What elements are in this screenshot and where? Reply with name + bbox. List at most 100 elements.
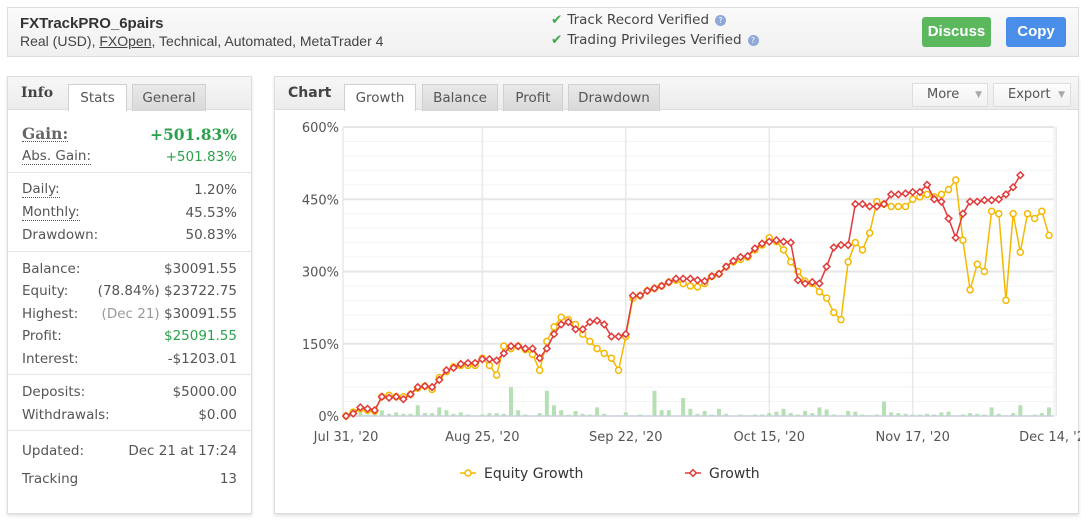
highest-label: Highest: bbox=[22, 305, 79, 322]
account-type: Real (USD), bbox=[20, 33, 100, 49]
profit-bar bbox=[652, 390, 657, 416]
profit-bar bbox=[573, 410, 578, 416]
verification-label: Trading Privileges Verified bbox=[567, 32, 742, 48]
stats-list: Gain: +501.83% Abs. Gain: +501.83% Daily: 1… bbox=[8, 110, 251, 493]
tab-stats[interactable]: Stats bbox=[68, 84, 127, 111]
equity-growth-point bbox=[908, 195, 917, 203]
copy-button[interactable]: Copy bbox=[1006, 17, 1066, 47]
x-tick-label: Sep 22, '20 bbox=[589, 430, 663, 445]
updated-label: Updated: bbox=[22, 443, 85, 459]
equity-growth-point bbox=[693, 283, 702, 291]
profit-bar bbox=[882, 401, 887, 416]
equity-row: Equity: (78.84%) $23722.75 bbox=[22, 280, 237, 303]
profit-bar bbox=[781, 408, 786, 416]
growth-chart[interactable]: 0% 150% 300% 450% 600% Jul 31, '20 Aug 25, '2… bbox=[275, 77, 1080, 513]
profit-bar bbox=[444, 410, 449, 416]
profit-bar bbox=[681, 398, 686, 416]
profit-bar bbox=[666, 410, 671, 416]
equity-growth-point bbox=[987, 207, 996, 216]
account-tags: , Technical, Automated, MetaTrader 4 bbox=[151, 33, 384, 49]
equity-growth-point bbox=[894, 202, 903, 211]
equity-growth-point bbox=[779, 246, 788, 254]
profit-row: Profit: $25091.55 bbox=[22, 325, 237, 348]
x-tick-label: Oct 15, '20 bbox=[733, 430, 805, 445]
equity-growth-point bbox=[787, 258, 795, 266]
check-icon: ✔ bbox=[551, 32, 563, 48]
help-icon[interactable]: ? bbox=[715, 15, 727, 26]
profit-bar bbox=[989, 407, 994, 416]
y-tick-label: 150% bbox=[302, 338, 339, 353]
help-icon[interactable]: ? bbox=[747, 35, 759, 46]
tab-general[interactable]: General bbox=[132, 84, 206, 111]
profit-bar bbox=[437, 407, 442, 416]
daily-label[interactable]: Daily: bbox=[22, 182, 60, 199]
y-tick-label: 0% bbox=[318, 410, 339, 425]
interest-value: -$1203.01 bbox=[167, 350, 237, 367]
monthly-label[interactable]: Monthly: bbox=[22, 204, 80, 221]
equity-growth-point bbox=[901, 202, 910, 211]
equity-growth-point bbox=[937, 190, 946, 199]
equity-growth-point bbox=[959, 236, 967, 244]
drawdown-label: Drawdown: bbox=[22, 227, 99, 244]
profit-bar bbox=[853, 411, 858, 416]
profit-bar bbox=[516, 410, 521, 416]
profit-bar bbox=[1018, 405, 1023, 416]
daily-value: 1.20% bbox=[194, 182, 237, 199]
x-tick-label: Dec 14, '20 bbox=[1019, 430, 1080, 445]
profit-bar bbox=[688, 408, 693, 416]
abs-gain-row: Abs. Gain: +501.83% bbox=[22, 146, 237, 169]
y-tick-label: 600% bbox=[302, 121, 339, 136]
equity-growth-point bbox=[1023, 209, 1032, 218]
trading-privileges-verified: ✔ Trading Privileges Verified? bbox=[551, 32, 759, 48]
equity-growth-point bbox=[1016, 248, 1025, 256]
profit-bar bbox=[415, 405, 420, 416]
track-record-verified: ✔ Track Record Verified? bbox=[551, 12, 727, 28]
deposits-label: Deposits: bbox=[22, 384, 86, 401]
profit-bar bbox=[358, 412, 363, 416]
equity-growth-point bbox=[851, 238, 860, 247]
equity-growth-point bbox=[1038, 207, 1046, 216]
equity-growth-point bbox=[586, 337, 594, 346]
profit-bar bbox=[939, 412, 944, 416]
discuss-button[interactable]: Discuss bbox=[922, 17, 991, 47]
equity-growth-point bbox=[1030, 214, 1039, 223]
equity-growth-point bbox=[1045, 231, 1053, 240]
equity-growth-point bbox=[844, 258, 852, 266]
profit-label: Profit: bbox=[22, 328, 62, 345]
profit-bar bbox=[817, 407, 822, 416]
account-header: FXTrackPRO_6pairs Real (USD), FXOpen, Te… bbox=[7, 7, 1079, 57]
abs-gain-label[interactable]: Abs. Gain: bbox=[22, 148, 92, 165]
gain-label[interactable]: Gain: bbox=[22, 126, 69, 143]
abs-gain-value: +501.83% bbox=[165, 148, 237, 165]
divider bbox=[8, 374, 251, 375]
profit-bar bbox=[946, 411, 951, 416]
profit-bar bbox=[508, 387, 513, 416]
deposits-row: Deposits: $5000.00 bbox=[22, 381, 237, 404]
equity-growth-point bbox=[837, 315, 845, 324]
highest-value: $30091.55 bbox=[163, 305, 237, 322]
profit-bar bbox=[394, 412, 399, 416]
legend-marker bbox=[464, 469, 472, 477]
interest-label: Interest: bbox=[22, 350, 79, 367]
equity-growth-point bbox=[614, 366, 623, 374]
updated-value: Dec 21 at 17:24 bbox=[128, 443, 237, 459]
divider bbox=[8, 250, 251, 252]
tracking-row: Tracking 13 bbox=[22, 465, 237, 493]
broker-link[interactable]: FXOpen bbox=[99, 33, 151, 49]
divider bbox=[8, 430, 251, 431]
profit-bar bbox=[1047, 407, 1051, 416]
info-panel-header: Info Stats General bbox=[8, 77, 251, 111]
equity-growth-point bbox=[830, 308, 838, 317]
profit-bar bbox=[846, 410, 851, 416]
withdrawals-row: Withdrawals: $0.00 bbox=[22, 404, 237, 427]
check-icon: ✔ bbox=[551, 12, 563, 28]
equity-growth-point bbox=[858, 246, 867, 254]
x-axis: Jul 31, '20 Aug 25, '20 Sep 22, '20 Oct 15,… bbox=[313, 430, 1080, 445]
chart-panel: Chart Growth Balance Profit Drawdown Mor… bbox=[274, 76, 1080, 514]
account-meta: Real (USD), FXOpen, Technical, Automated… bbox=[20, 33, 383, 49]
y-tick-label: 300% bbox=[302, 266, 339, 281]
gain-row: Gain: +501.83% bbox=[22, 123, 237, 146]
gain-value: +501.83% bbox=[149, 124, 237, 144]
drawdown-row: Drawdown: 50.83% bbox=[22, 224, 237, 247]
info-title: Info bbox=[21, 85, 54, 101]
